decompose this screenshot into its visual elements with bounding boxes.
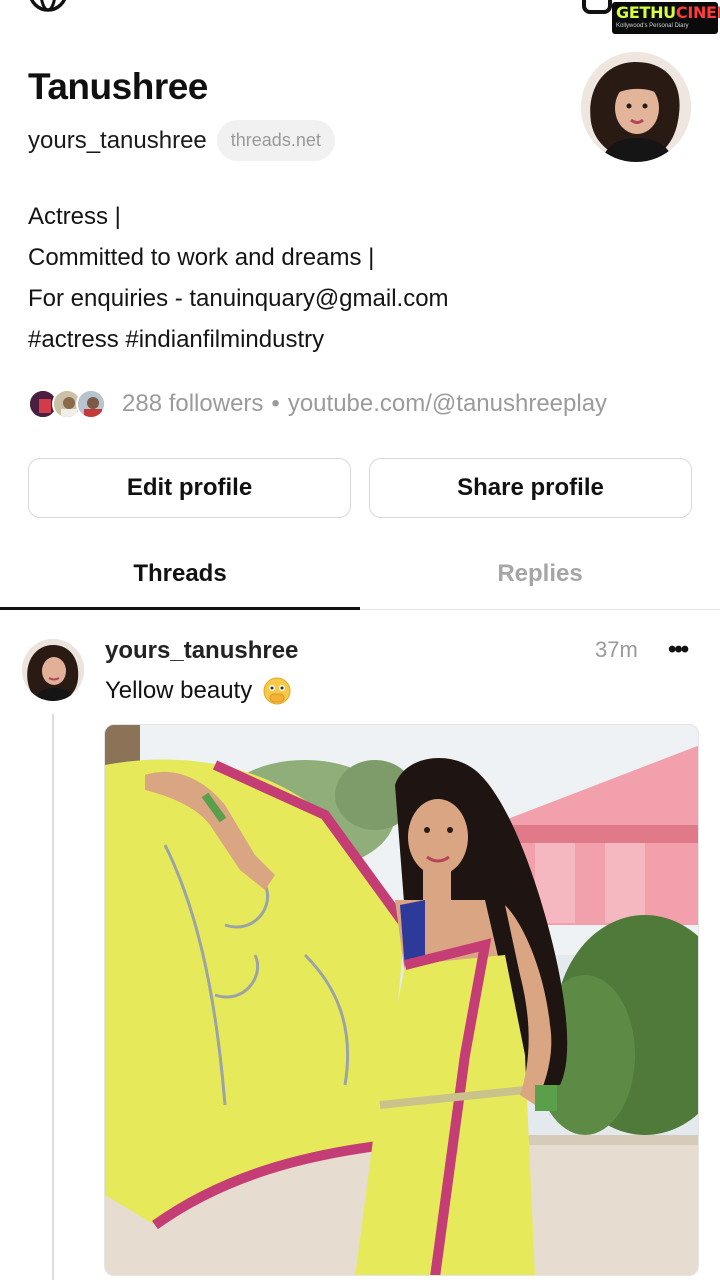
bio-line: Committed to work and dreams |: [28, 244, 375, 271]
profile-handle: yours_tanushree: [28, 126, 207, 154]
handle-row: yours_tanushree threads.net: [28, 120, 335, 161]
share-profile-button[interactable]: Share profile: [369, 458, 692, 518]
globe-icon[interactable]: [28, 0, 68, 14]
more-options-icon[interactable]: •••: [668, 636, 689, 664]
bio-line: Actress |: [28, 203, 121, 230]
watermark-logo: GETHUCINEMA Kollywood's Personal Diary: [612, 2, 720, 34]
separator: •: [271, 390, 280, 417]
followers-info: 288 followers • youtube.com/@tanushreeplay: [122, 390, 607, 418]
follower-avatar[interactable]: [76, 389, 106, 419]
thread-connector-line: [52, 714, 54, 1280]
followers-row: 288 followers • youtube.com/@tanushreeplay: [28, 384, 607, 424]
post-username[interactable]: yours_tanushree: [105, 637, 298, 665]
bio-line: #actress #indianfilmindustry: [28, 326, 325, 353]
bio-line: For enquiries - tanuinquary@gmail.com: [28, 285, 449, 312]
profile-link[interactable]: youtube.com/@tanushreeplay: [288, 390, 607, 417]
post-author-avatar[interactable]: [22, 639, 84, 701]
followers-count[interactable]: 288 followers: [122, 390, 263, 417]
tab-replies[interactable]: Replies: [360, 560, 720, 588]
post-text: Yellow beauty: [105, 676, 292, 706]
face-hand-over-mouth-emoji-icon: [263, 677, 291, 705]
tab-threads[interactable]: Threads: [0, 560, 360, 588]
threads-domain-pill[interactable]: threads.net: [216, 120, 335, 161]
edit-profile-button[interactable]: Edit profile: [28, 458, 351, 518]
post-timestamp: 37m: [595, 637, 638, 662]
post-caption: Yellow beauty: [105, 677, 253, 704]
profile-avatar[interactable]: [581, 52, 691, 162]
profile-name: Tanushree: [28, 66, 208, 107]
tab-active-indicator: [0, 607, 360, 610]
profile-bio: Actress | Committed to work and dreams |…: [28, 196, 449, 360]
post-photo[interactable]: [104, 724, 699, 1276]
instagram-icon[interactable]: [582, 0, 612, 14]
